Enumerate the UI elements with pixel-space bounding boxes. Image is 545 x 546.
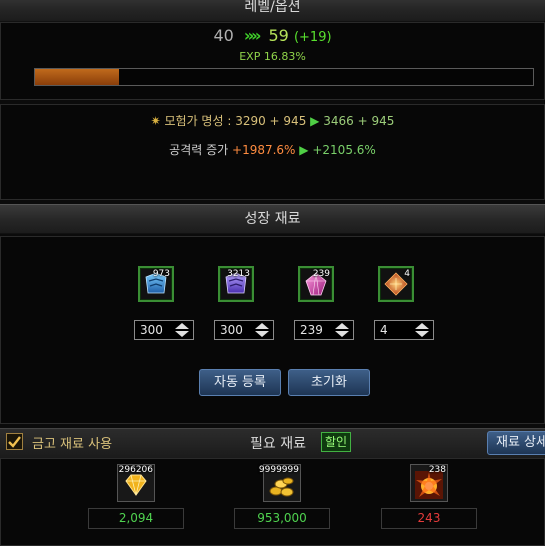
fame-row: ✷ 모험가 명성 : 3290 + 945 ▶ 3466 + 945 [0,112,545,129]
attack-before: +1987.6% [232,143,296,157]
level-change: 40 »» 59 (+19) [0,26,545,45]
level-option-header: 레벨/옵션 [0,0,545,22]
quantity-stepper-4[interactable]: 4 [374,320,434,340]
required-cost-2: 953,000 [234,508,330,529]
material-slot-3[interactable]: 239 [298,266,334,302]
exp-bar [34,68,534,86]
quantity-value[interactable]: 300 [220,323,243,337]
quantity-value[interactable]: 4 [380,323,388,337]
quantity-value[interactable]: 300 [140,323,163,337]
up-down-arrow-icon[interactable] [253,322,271,338]
attack-after: +2105.6% [312,143,376,157]
fame-label: 모험가 명성 : [164,114,232,128]
discount-badge: 할인 [321,432,352,452]
level-up-arrow-icon: »» [243,26,262,45]
required-cost-3: 243 [381,508,477,529]
level-option-title: 레벨/옵션 [244,0,301,15]
material-count: 296206 [118,465,153,475]
fame-before: 3290 + 945 [235,114,307,128]
arrow-right-icon: ▶ [310,114,320,128]
use-vault-checkbox[interactable] [6,433,23,450]
required-material-slot-3[interactable]: 238 [410,464,448,502]
material-slot-4[interactable]: 4 [378,266,414,302]
exp-bar-fill [35,69,119,85]
cost-value: 243 [417,511,441,525]
material-count: 3213 [227,269,250,279]
fame-icon: ✷ [150,114,161,128]
growth-material-title: 성장 재료 [244,211,301,227]
material-slot-1[interactable]: 973 [138,266,174,302]
required-material-title: 필요 재료 [250,436,306,452]
material-count: 9999999 [258,465,299,475]
auto-register-button[interactable]: 자동 등록 [199,369,281,396]
material-count: 973 [152,269,170,279]
required-material-slot-1[interactable]: 296206 [117,464,155,502]
quantity-stepper-3[interactable]: 239 [294,320,354,340]
required-cost-1: 2,094 [88,508,184,529]
quantity-stepper-1[interactable]: 300 [134,320,194,340]
up-down-arrow-icon[interactable] [413,322,431,338]
quantity-stepper-2[interactable]: 300 [214,320,274,340]
up-down-arrow-icon[interactable] [333,322,351,338]
attack-label: 공격력 증가 [169,143,229,157]
level-gain: (+19) [293,30,332,45]
arrow-right-icon: ▶ [299,143,309,157]
reset-button[interactable]: 초기화 [288,369,370,396]
attack-row: 공격력 증가 +1987.6% ▶ +2105.6% [0,141,545,158]
current-level: 40 [213,26,234,45]
cost-value: 953,000 [257,511,307,525]
exp-text: EXP 16.83% [239,50,306,63]
material-count: 238 [428,465,446,475]
required-material-slot-2[interactable]: 9999999 [259,464,301,502]
checkmark-icon [8,436,21,448]
gold-gem-icon [125,474,147,496]
quantity-value[interactable]: 239 [300,323,323,337]
material-count: 4 [404,269,410,279]
material-detail-button[interactable]: 재료 상세 [487,431,545,455]
cost-value: 2,094 [118,511,154,525]
energy-burst-icon [415,471,443,499]
material-count: 239 [312,269,330,279]
fame-after: 3466 + 945 [323,114,395,128]
growth-material-header: 성장 재료 [0,204,545,234]
gold-coins-icon [269,477,294,497]
use-vault-label: 금고 재료 사용 [32,437,113,452]
up-down-arrow-icon[interactable] [173,322,191,338]
next-level: 59 [268,26,289,45]
material-slot-2[interactable]: 3213 [218,266,254,302]
